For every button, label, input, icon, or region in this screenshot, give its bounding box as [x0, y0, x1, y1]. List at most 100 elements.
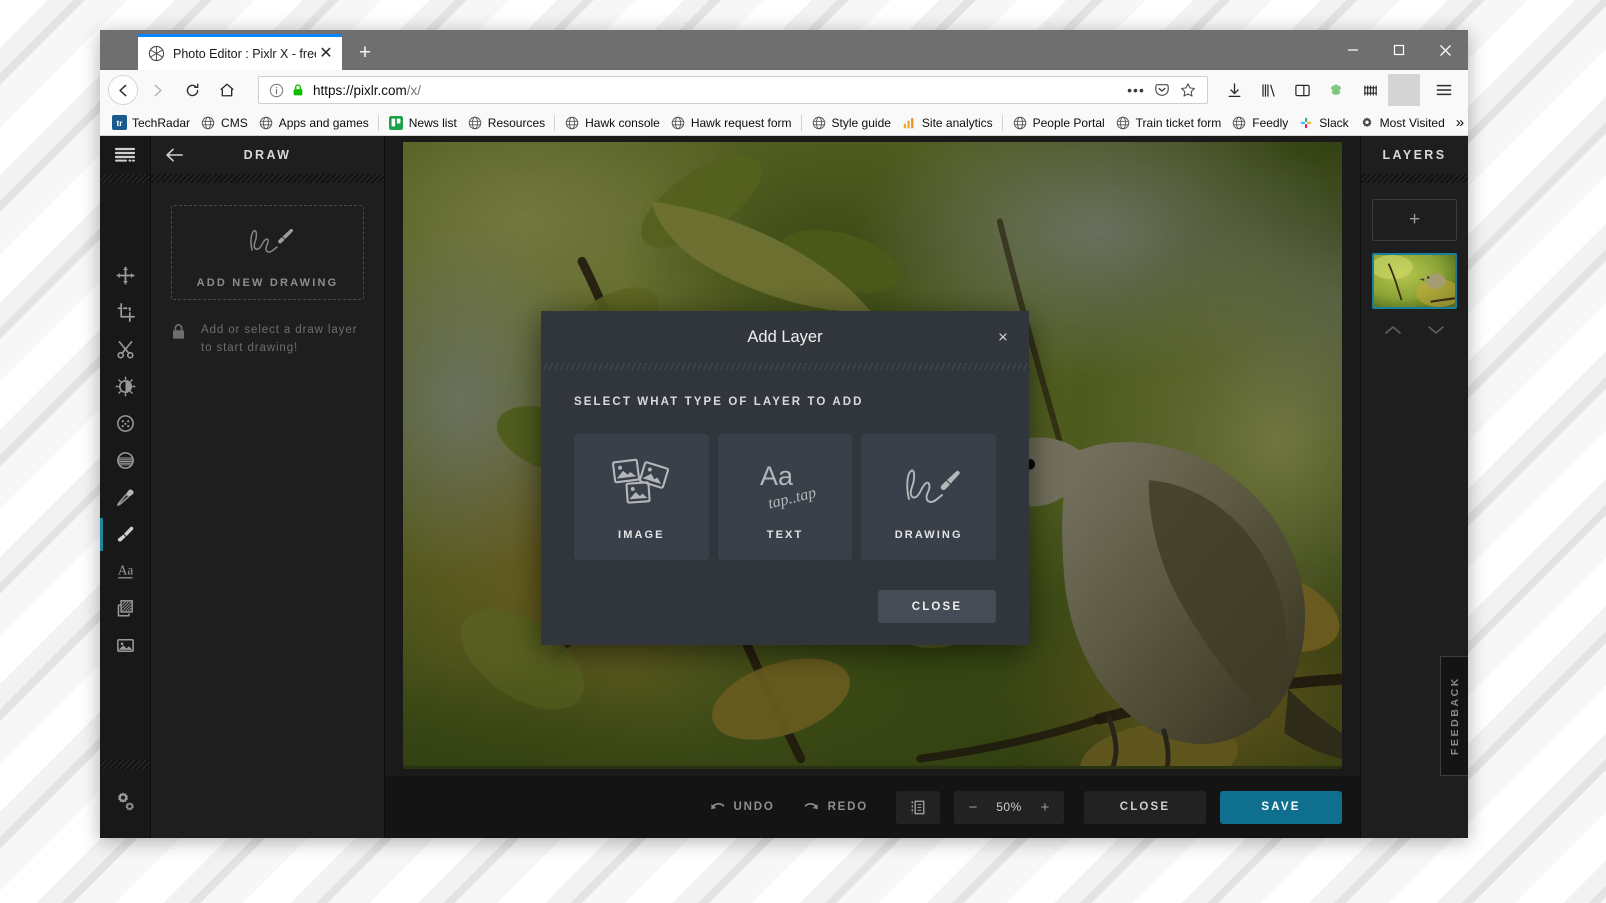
rail-hatch-divider [100, 174, 150, 183]
bookmark-hawk-request-form[interactable]: Hawk request form [665, 112, 797, 134]
scissors-icon [116, 341, 134, 359]
reload-button[interactable] [176, 74, 208, 106]
info-icon[interactable] [265, 83, 287, 98]
container-tabs-icon[interactable] [1354, 74, 1386, 106]
squiggle-brush-icon [893, 453, 965, 515]
address-bar-actions: ••• [1123, 77, 1201, 103]
layer-thumbnail-background[interactable] [1372, 253, 1457, 309]
undo-button[interactable]: UNDO [709, 800, 775, 815]
bookmark-cms[interactable]: CMS [195, 112, 253, 134]
globe-icon [258, 115, 274, 131]
bookmark-style-guide[interactable]: Style guide [806, 112, 896, 134]
layer-thumbnail-image [1374, 255, 1455, 307]
crop-tool[interactable] [100, 294, 150, 331]
modal-subtitle: SELECT WHAT TYPE OF LAYER TO ADD [574, 396, 864, 408]
bookmark-news-list[interactable]: News list [383, 112, 462, 134]
address-bar[interactable]: https://pixlr.com/x/ ••• [258, 76, 1208, 104]
downloads-icon[interactable] [1218, 74, 1250, 106]
library-icon[interactable] [1252, 74, 1284, 106]
back-button[interactable] [108, 75, 138, 105]
draw-tool[interactable] [100, 516, 150, 553]
arrange-tool[interactable] [100, 257, 150, 294]
liquify-tool[interactable] [100, 479, 150, 516]
add-layer-modal: Add Layer × SELECT WHAT TYPE OF LAYER TO… [541, 311, 1029, 645]
app-menu-button[interactable] [100, 136, 150, 174]
forward-button[interactable] [141, 74, 173, 106]
move-layer-up-button[interactable] [1384, 323, 1402, 341]
svg-text:Aa: Aa [760, 461, 794, 491]
panel-back-button[interactable] [165, 147, 184, 163]
pocket-icon[interactable] [1149, 77, 1175, 103]
bookmark-label: CMS [221, 115, 248, 130]
menu-icon[interactable] [1428, 74, 1460, 106]
window-controls [1330, 30, 1468, 70]
new-tab-button[interactable]: + [348, 35, 382, 69]
layer-type-drawing-card[interactable]: DRAWING [861, 434, 997, 560]
maximize-button[interactable] [1376, 30, 1422, 70]
cutout-tool[interactable] [100, 331, 150, 368]
analytics-icon [901, 115, 917, 131]
brightness-icon [115, 376, 135, 397]
effect-tool[interactable] [100, 405, 150, 442]
element-tool[interactable] [100, 590, 150, 627]
bookmark-hawk-console[interactable]: Hawk console [559, 112, 665, 134]
fit-to-screen-button[interactable] [896, 790, 940, 824]
retouch-tool[interactable] [100, 442, 150, 479]
modal-close-button[interactable]: CLOSE [878, 590, 996, 623]
feedback-tab[interactable]: FEEDBACK [1440, 656, 1468, 776]
modal-close-icon[interactable]: × [993, 329, 1013, 346]
add-new-drawing-dropzone[interactable]: ADD NEW DRAWING [171, 205, 364, 300]
undo-arrow-icon [709, 800, 726, 815]
pixlr-aperture-icon [148, 45, 165, 62]
dots-circle-icon [116, 415, 134, 432]
sidebar-icon[interactable] [1286, 74, 1318, 106]
bookmark-slack[interactable]: Slack [1293, 112, 1353, 134]
bookmark-label: People Portal [1032, 115, 1105, 130]
fit-to-screen-icon [911, 800, 924, 814]
close-document-button[interactable]: CLOSE [1084, 790, 1206, 824]
trello-icon [388, 115, 404, 131]
bookmark-site-analytics[interactable]: Site analytics [896, 112, 998, 134]
bookmark-train-ticket-form[interactable]: Train ticket form [1110, 112, 1227, 134]
bookmark-label: Resources [487, 115, 546, 130]
tool-rail: Aa [100, 136, 151, 838]
bookmark-resources[interactable]: Resources [462, 112, 550, 134]
ublock-icon[interactable] [1320, 74, 1352, 106]
bookmark-techradar[interactable]: tr TechRadar [106, 112, 195, 134]
bookmark-label: News list [408, 115, 457, 130]
panel-header: DRAW [151, 136, 384, 174]
move-layer-down-button[interactable] [1427, 323, 1445, 341]
globe-icon [1231, 115, 1247, 131]
feedback-label: FEEDBACK [1448, 676, 1461, 756]
zoom-control: − 50% + [954, 790, 1064, 824]
chevron-up-icon [1385, 326, 1402, 334]
bookmark-apps-and-games[interactable]: Apps and games [253, 112, 374, 134]
home-button[interactable] [211, 74, 243, 106]
close-window-button[interactable] [1422, 30, 1468, 70]
bookmark-most-visited[interactable]: Most Visited [1354, 112, 1450, 134]
add-layer-button[interactable]: + [1372, 199, 1457, 241]
add-image-tool[interactable] [100, 627, 150, 664]
layers-hatch-divider [1361, 174, 1468, 183]
text-tool[interactable]: Aa [100, 553, 150, 590]
page-actions-icon[interactable]: ••• [1123, 77, 1149, 103]
tab-close-icon[interactable]: ✕ [316, 44, 336, 64]
redo-button[interactable]: REDO [803, 800, 868, 815]
settings-button[interactable] [100, 783, 150, 820]
bookmark-people-portal[interactable]: People Portal [1007, 112, 1110, 134]
save-button[interactable]: SAVE [1220, 790, 1342, 824]
text-aa-tap-icon: Aa tap..tap [750, 453, 820, 515]
star-icon[interactable] [1175, 77, 1201, 103]
layer-type-text-card[interactable]: Aa tap..tap TEXT [717, 434, 853, 560]
adjust-tool[interactable] [100, 368, 150, 405]
bookmarks-overflow-button[interactable]: » [1450, 114, 1468, 131]
browser-tab[interactable]: Photo Editor : Pixlr X - free imag ✕ [138, 34, 342, 70]
bottom-toolbar: UNDO REDO − 50% + CLOSE SAVE [385, 776, 1360, 838]
minimize-button[interactable] [1330, 30, 1376, 70]
bookmark-label: Style guide [831, 115, 891, 130]
zoom-in-button[interactable]: + [1032, 799, 1058, 816]
tool-list: Aa [100, 257, 150, 664]
zoom-out-button[interactable]: − [960, 799, 986, 816]
bookmark-feedly[interactable]: Feedly [1226, 112, 1293, 134]
layer-type-image-card[interactable]: IMAGE [574, 434, 709, 560]
